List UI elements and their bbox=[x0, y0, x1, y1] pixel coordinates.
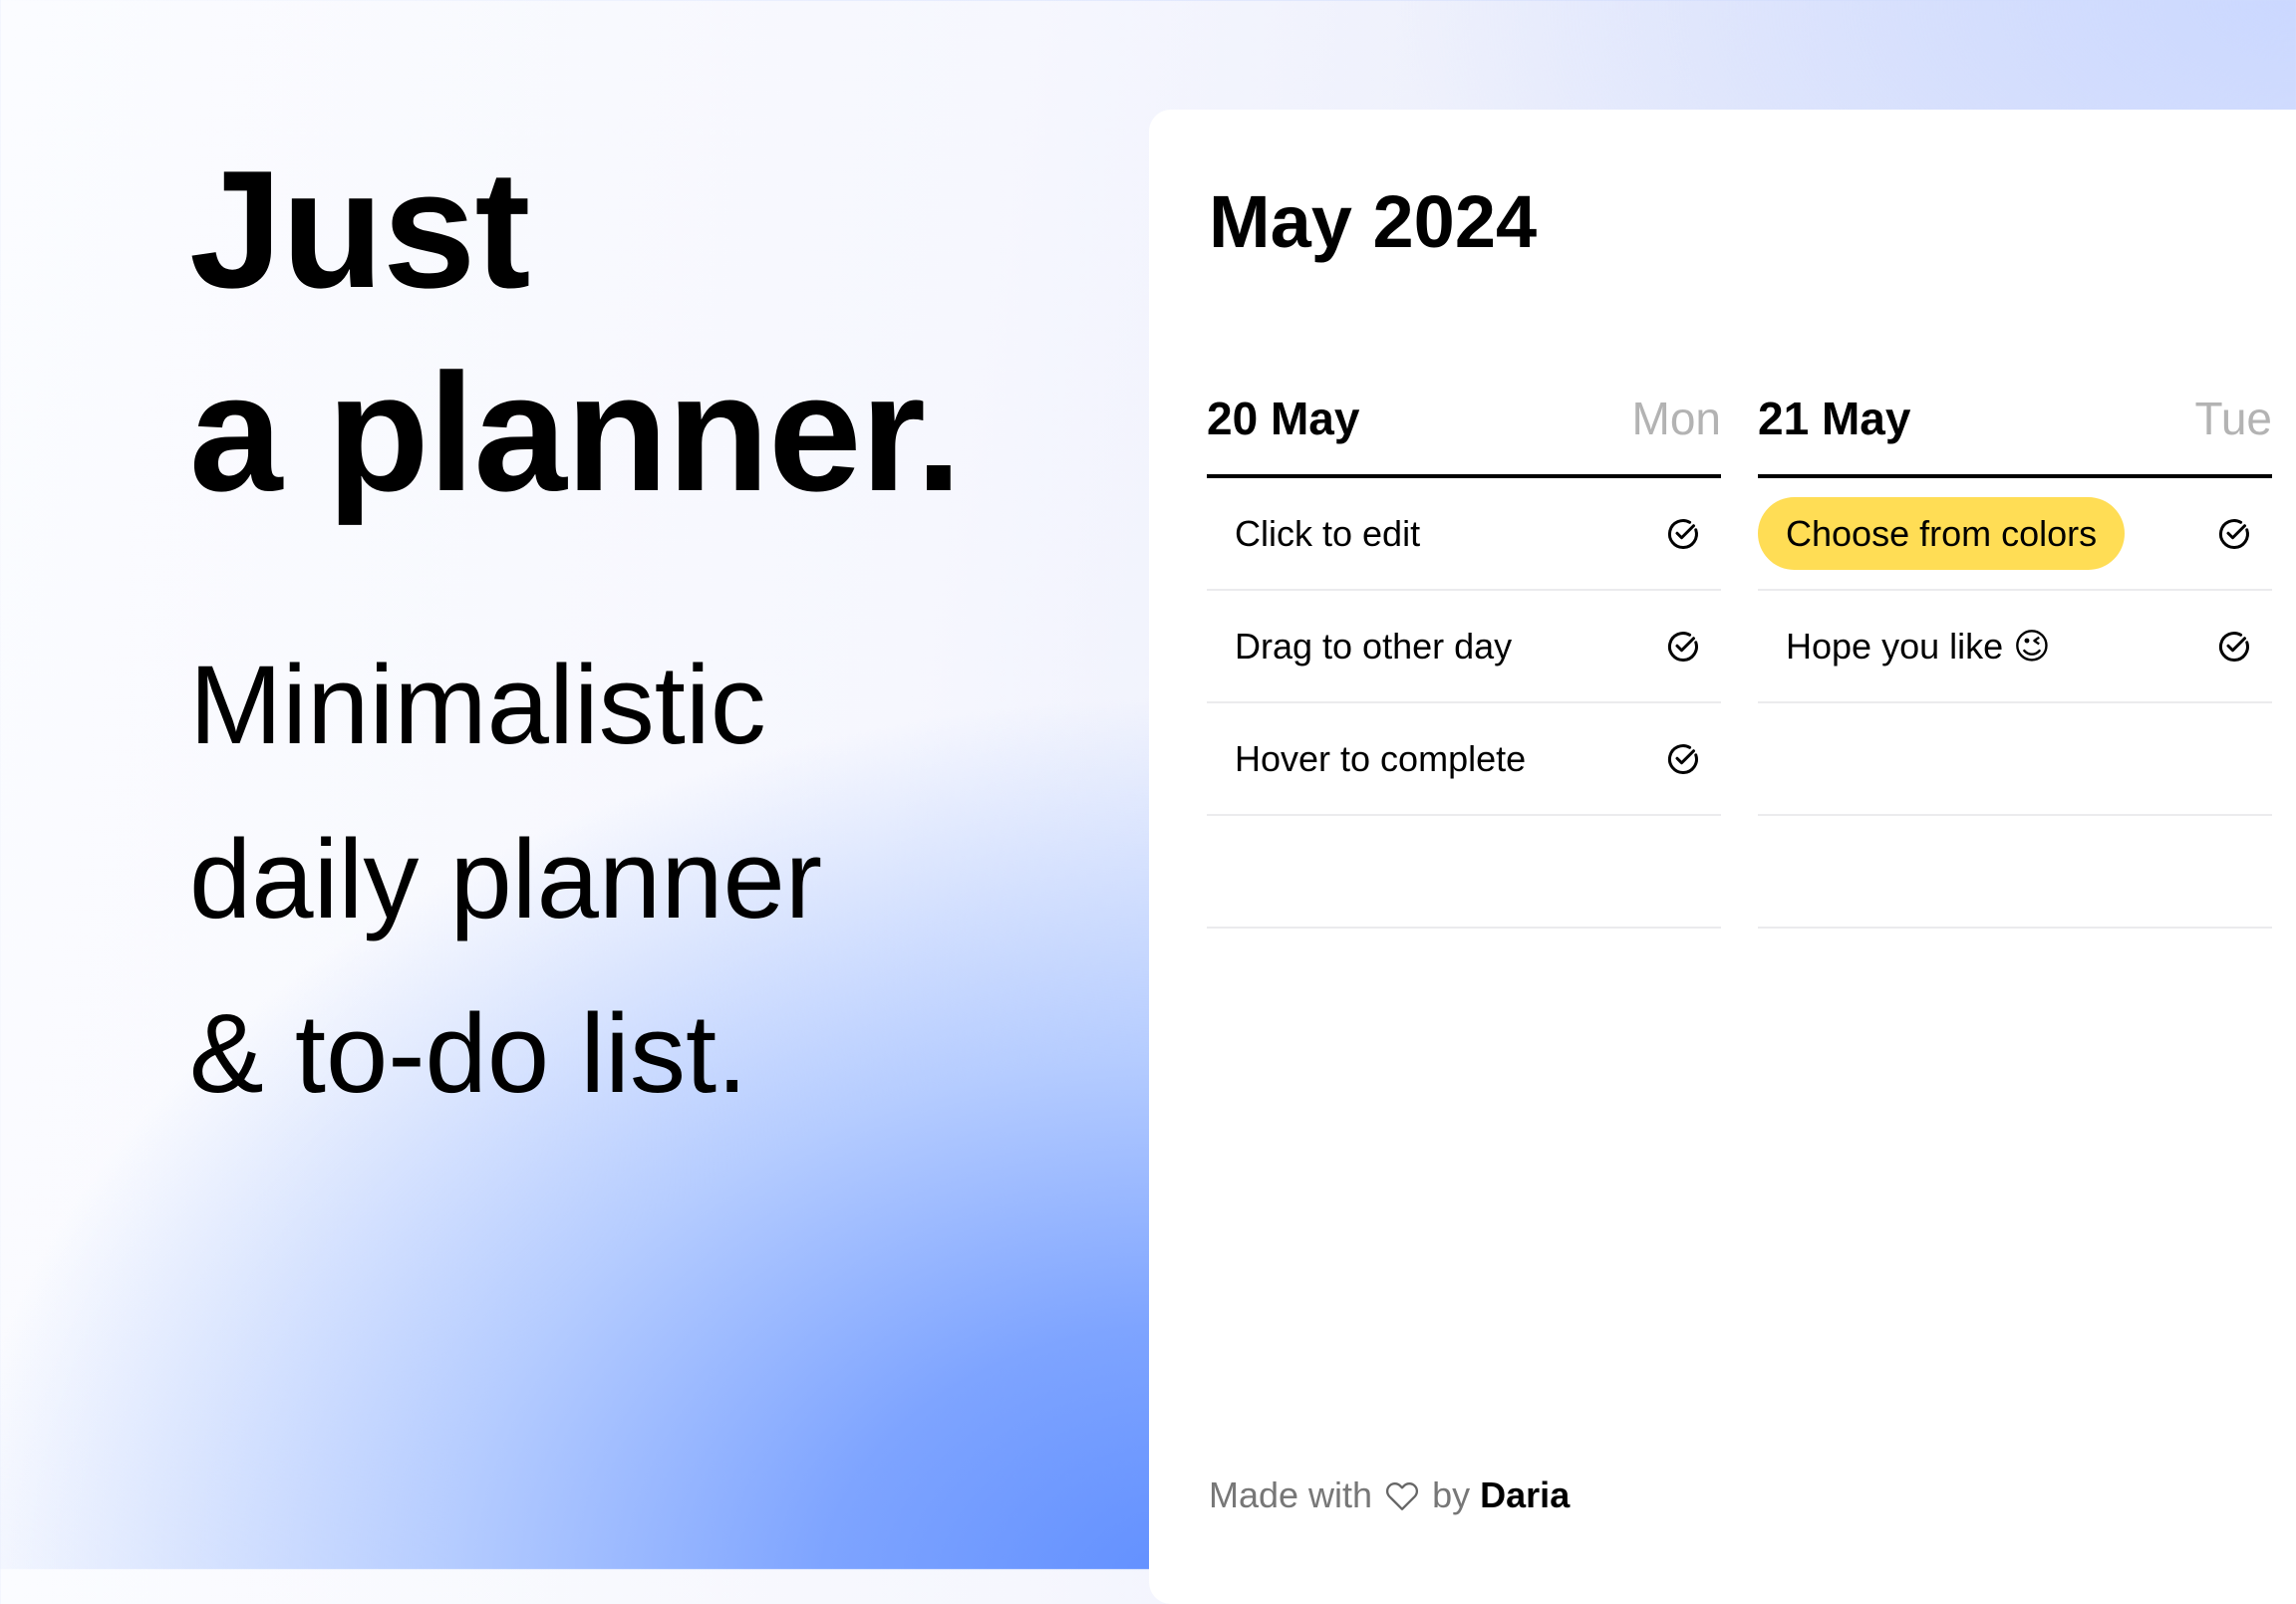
task-row[interactable]: Click to edit bbox=[1207, 478, 1721, 591]
hero-title: Just a planner. bbox=[189, 128, 1186, 534]
task-text[interactable]: Hope you like 😉 bbox=[1786, 624, 2051, 669]
day-header: 21 May Tue bbox=[1758, 379, 2272, 478]
task-row[interactable]: Choose from colors bbox=[1758, 478, 2272, 591]
hero-subtitle-line: Minimalistic bbox=[189, 643, 766, 767]
footer-prefix: Made with bbox=[1209, 1474, 1373, 1515]
task-row[interactable]: Drag to other day bbox=[1207, 591, 1721, 703]
footer-middle: by bbox=[1432, 1474, 1471, 1515]
day-weekday: Mon bbox=[1631, 393, 1721, 444]
empty-task-row[interactable] bbox=[1758, 816, 2272, 929]
month-title: May 2024 bbox=[1209, 180, 1538, 263]
hero-title-line: a planner. bbox=[189, 339, 962, 526]
day-weekday: Tue bbox=[2194, 393, 2272, 444]
day-date: 20 May bbox=[1207, 393, 1360, 444]
check-circle-icon[interactable] bbox=[2216, 629, 2252, 665]
author-link[interactable]: Daria bbox=[1480, 1474, 1570, 1515]
hero-subtitle-line: & to-do list. bbox=[189, 991, 748, 1116]
day-column: 20 May Mon Click to edit Drag to other d… bbox=[1207, 379, 1721, 929]
task-text-highlighted[interactable]: Choose from colors bbox=[1758, 497, 2126, 570]
footer-credit: Made with by Daria bbox=[1209, 1472, 1570, 1518]
check-circle-icon[interactable] bbox=[1665, 741, 1701, 777]
heart-icon bbox=[1386, 1482, 1419, 1510]
task-text[interactable]: Click to edit bbox=[1235, 511, 1420, 557]
task-text[interactable]: Hover to complete bbox=[1235, 736, 1526, 782]
empty-task-row[interactable] bbox=[1207, 816, 1721, 929]
hero-subtitle: Minimalistic daily planner & to-do list. bbox=[189, 618, 822, 1141]
planner-card: May 2024 20 May Mon Click to edit Drag t… bbox=[1149, 110, 2296, 1604]
hero-subtitle-line: daily planner bbox=[189, 817, 823, 941]
day-date: 21 May bbox=[1758, 393, 1911, 444]
task-row[interactable]: Hope you like 😉 bbox=[1758, 591, 2272, 703]
task-row[interactable]: Hover to complete bbox=[1207, 703, 1721, 816]
empty-task-row[interactable] bbox=[1758, 703, 2272, 816]
day-header: 20 May Mon bbox=[1207, 379, 1721, 478]
task-text[interactable]: Drag to other day bbox=[1235, 624, 1512, 669]
check-circle-icon[interactable] bbox=[1665, 516, 1701, 552]
hero-title-line: Just bbox=[189, 135, 530, 323]
day-column: 21 May Tue Choose from colors Hope you l… bbox=[1758, 379, 2272, 929]
check-circle-icon[interactable] bbox=[1665, 629, 1701, 665]
check-circle-icon[interactable] bbox=[2216, 516, 2252, 552]
